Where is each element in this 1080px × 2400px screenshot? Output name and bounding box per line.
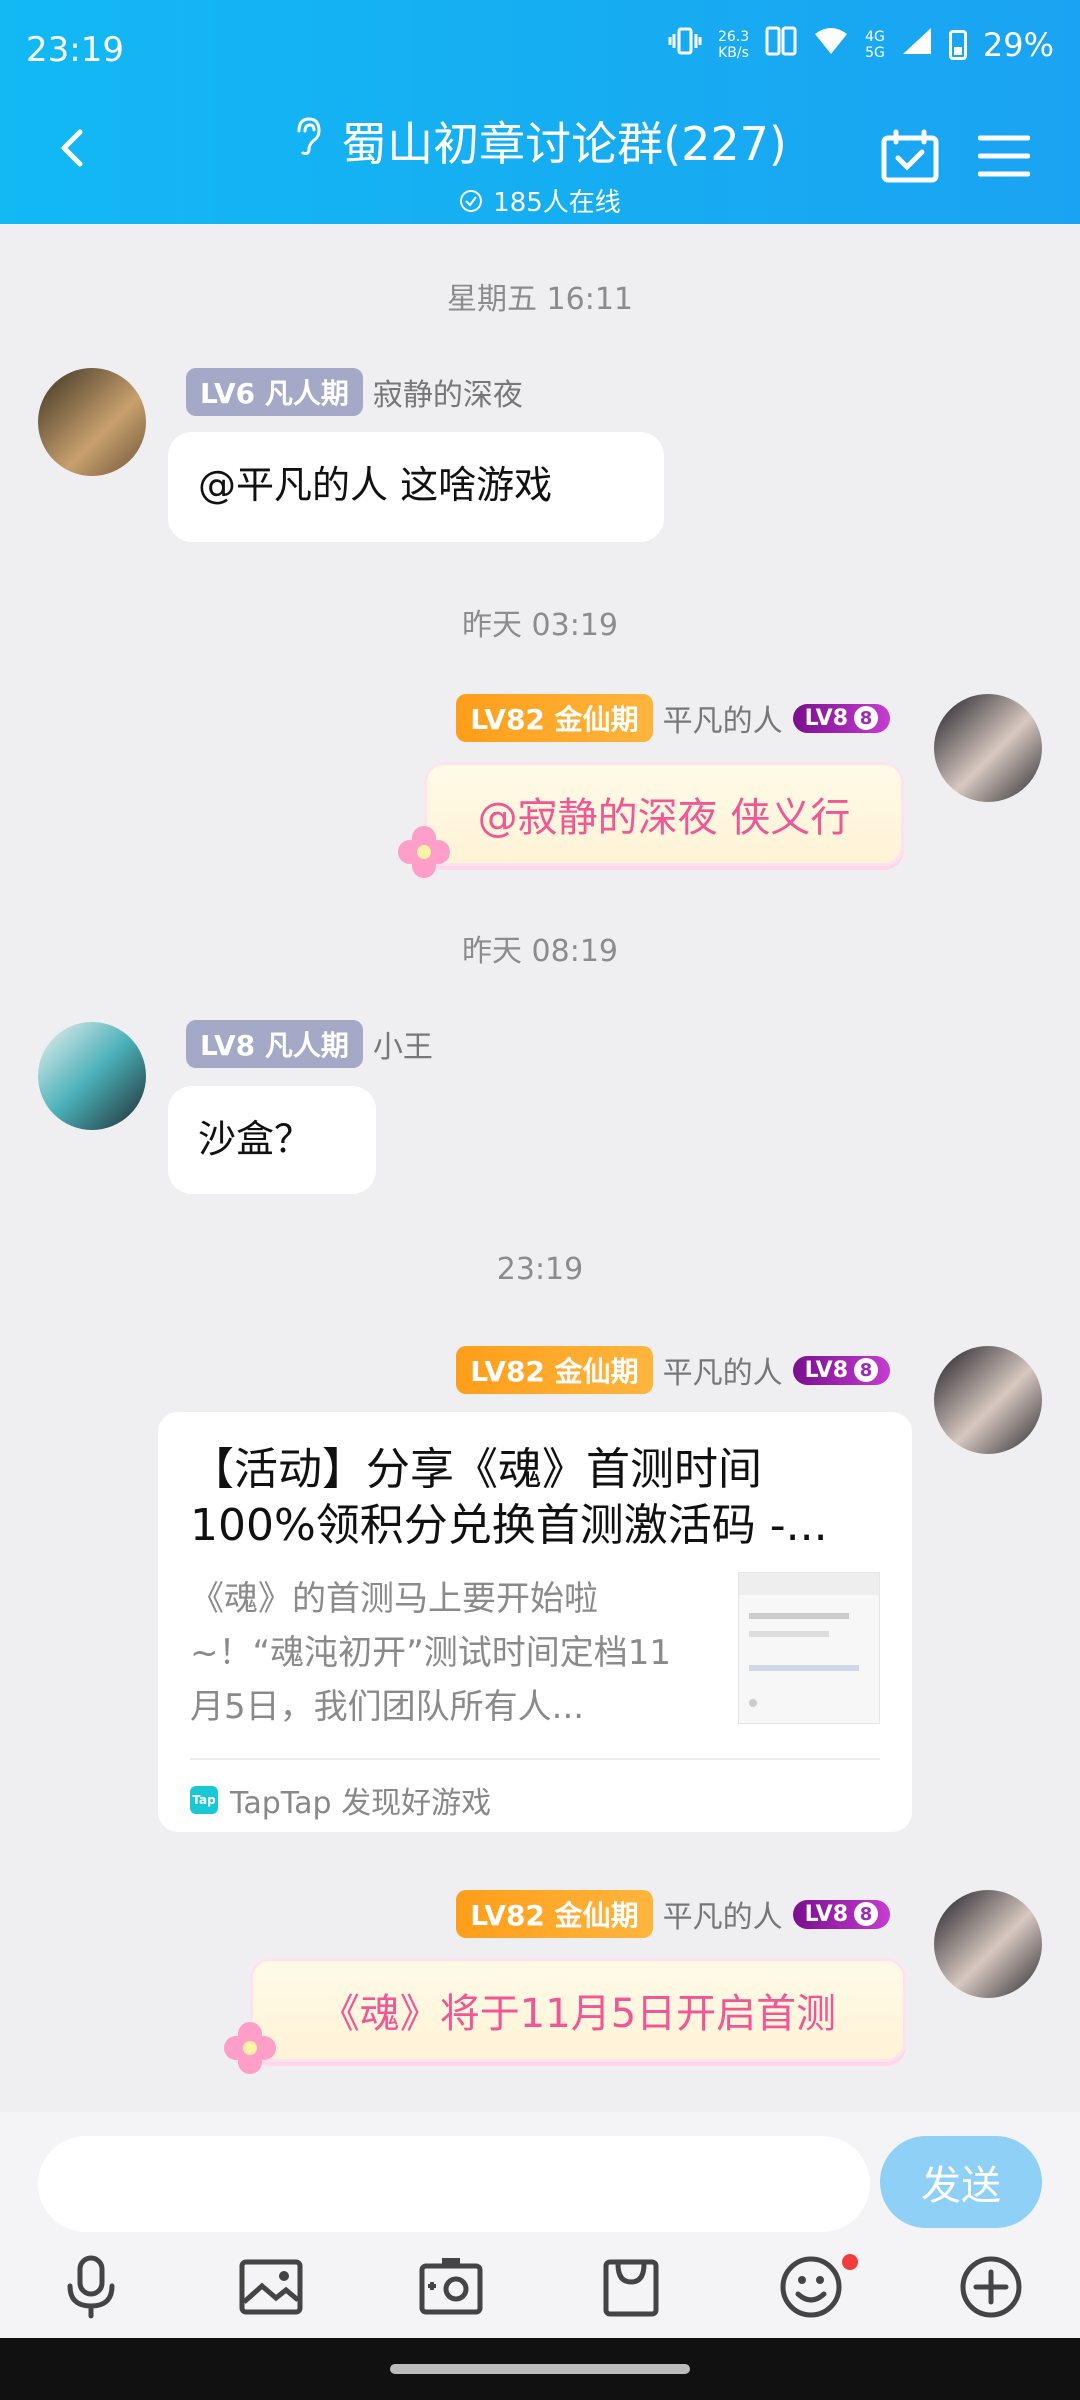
message-input[interactable] [38, 2136, 870, 2232]
image-icon[interactable] [236, 2252, 306, 2322]
level-badge: LV6 凡人期 [186, 368, 363, 416]
camera-icon[interactable] [416, 2252, 486, 2322]
hd-icon [765, 26, 797, 64]
message-bubble[interactable]: 沙盒？ [168, 1086, 376, 1194]
input-bar: 发送 [0, 2112, 1080, 2400]
menu-icon[interactable] [977, 128, 1038, 184]
status-bar: 23:19 26.3 KB/s 4G 5G 29% [26, 26, 1054, 78]
group-name: 蜀山初章讨论群(227) [341, 117, 787, 171]
message-timestamp: 23:19 [496, 1252, 584, 1287]
check-circle-icon [460, 189, 483, 212]
chat-header: 23:19 26.3 KB/s 4G 5G 29% 蜀山初章讨论群(227) 1… [0, 0, 1080, 224]
network-generation: 4G 5G [865, 29, 885, 61]
send-button[interactable]: 发送 [880, 2136, 1042, 2228]
message-text: @寂静的深夜 侠义行 [477, 795, 851, 841]
card-source: Tap TapTap 发现好游戏 [190, 1758, 880, 1822]
avatar[interactable] [38, 1022, 146, 1130]
sender-line: LV82 金仙期 平凡的人 LV8 8 [456, 1890, 890, 1938]
notification-dot [842, 2254, 858, 2270]
card-source-text: TapTap 发现好游戏 [230, 1786, 492, 1821]
bag-icon[interactable] [596, 2252, 666, 2322]
sender-name[interactable]: 小王 [373, 1022, 433, 1066]
battery-level: 29% [982, 26, 1054, 64]
wifi-icon [813, 26, 849, 64]
status-time: 23:19 [26, 30, 124, 70]
message-timestamp: 星期五 16:11 [447, 282, 633, 317]
sender-name[interactable]: 平凡的人 [663, 1892, 783, 1936]
message-text: 《魂》将于11月5日开启首测 [319, 1991, 837, 2037]
message-timestamp: 昨天 03:19 [462, 608, 618, 643]
battery-icon [948, 30, 967, 60]
message-text: 沙盒？ [198, 1117, 313, 1161]
avatar[interactable] [934, 1890, 1042, 1998]
microphone-icon[interactable] [56, 2252, 126, 2322]
sender-name[interactable]: 平凡的人 [663, 1348, 783, 1392]
vip-badge: LV8 8 [792, 1355, 890, 1385]
taptap-logo-icon: Tap [190, 1786, 218, 1814]
vibrate-icon [668, 26, 702, 64]
avatar[interactable] [934, 1346, 1042, 1454]
avatar[interactable] [934, 694, 1042, 802]
level-badge: LV82 金仙期 [456, 1890, 653, 1938]
online-count-text: 185人在线 [493, 188, 621, 218]
chat-title: 蜀山初章讨论群(227) [293, 108, 787, 174]
sender-line: LV8 凡人期 小王 [186, 1020, 433, 1068]
message-timestamp: 昨天 08:19 [462, 934, 618, 969]
level-badge: LV8 凡人期 [186, 1020, 363, 1068]
sender-name[interactable]: 平凡的人 [663, 696, 783, 740]
vip-badge: LV8 8 [792, 703, 890, 733]
level-badge: LV82 金仙期 [456, 694, 653, 742]
sender-line: LV82 金仙期 平凡的人 LV8 8 [456, 1346, 890, 1394]
avatar[interactable] [38, 368, 146, 476]
sender-name[interactable]: 寂静的深夜 [373, 370, 523, 414]
card-thumbnail [738, 1572, 880, 1724]
message-text: @平凡的人 这啥游戏 [198, 463, 553, 507]
sender-line: LV82 金仙期 平凡的人 LV8 8 [456, 694, 890, 742]
signal-icon [901, 26, 933, 64]
home-gesture-pill[interactable] [390, 2364, 690, 2374]
ear-icon [293, 114, 323, 168]
system-nav-bar [0, 2338, 1080, 2400]
online-count: 185人在线 [459, 182, 621, 219]
net-speed: 26.3 KB/s [717, 29, 750, 61]
flower-icon [394, 822, 454, 882]
message-bubble[interactable]: @寂静的深夜 侠义行 [424, 762, 904, 866]
flower-icon [220, 2018, 280, 2078]
emoji-icon[interactable] [776, 2252, 846, 2322]
plus-icon[interactable] [956, 2252, 1026, 2322]
sender-line: LV6 凡人期 寂静的深夜 [186, 368, 523, 416]
vip-badge: LV8 8 [792, 1899, 890, 1929]
card-title: 【活动】分享《魂》首测时间100%领积分兑换首测激活码 -... [190, 1444, 828, 1551]
calendar-check-icon[interactable] [880, 128, 940, 184]
link-card[interactable]: 【活动】分享《魂》首测时间100%领积分兑换首测激活码 -... 《魂》的首测马… [158, 1412, 912, 1832]
message-bubble[interactable]: @平凡的人 这啥游戏 [168, 432, 664, 542]
message-bubble[interactable]: 《魂》将于11月5日开启首测 [250, 1958, 906, 2062]
card-description: 《魂》的首测马上要开始啦~！“魂沌初开”测试时间定档11月5日，我们团队所有人.… [190, 1579, 671, 1727]
level-badge: LV82 金仙期 [456, 1346, 653, 1394]
status-icons: 26.3 KB/s 4G 5G 29% [668, 26, 1054, 64]
